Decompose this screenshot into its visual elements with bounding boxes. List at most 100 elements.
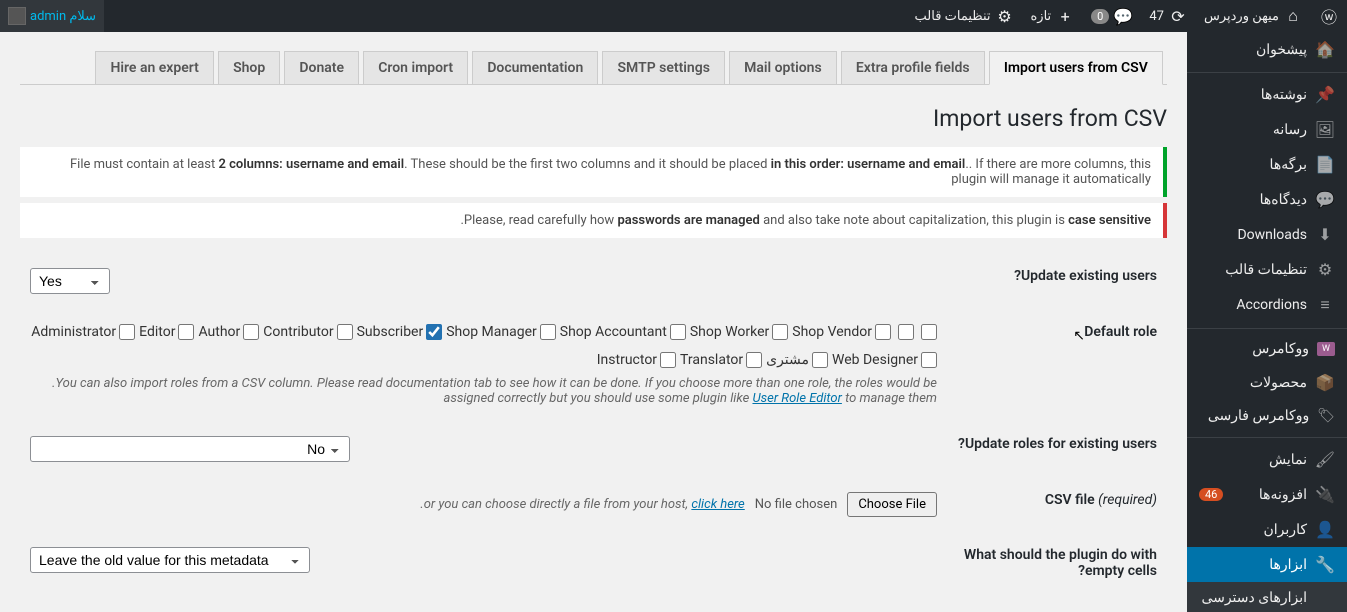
updates[interactable]: ⟳ 47 bbox=[1141, 0, 1196, 32]
select-update-roles[interactable]: No bbox=[30, 436, 350, 462]
menu-woo-farsi[interactable]: 🏷ووکامرس فارسی bbox=[1187, 400, 1347, 432]
tab-hire[interactable]: Hire an expert bbox=[95, 51, 213, 84]
content-wrap: Import users from CSV Extra profile fiel… bbox=[0, 0, 1187, 594]
link-user-role-editor[interactable]: User Role Editor bbox=[752, 391, 841, 406]
role-author[interactable]: Author bbox=[198, 324, 259, 340]
role-shop_manager[interactable]: Shop Manager bbox=[446, 324, 556, 340]
menu-woocommerce[interactable]: Wووکامرس bbox=[1187, 328, 1347, 365]
gear-icon: ⚙ bbox=[995, 7, 1015, 26]
role-shop_vendor[interactable]: Shop Vendor bbox=[792, 324, 891, 340]
settings-form: Update existing users? Yes Default role … bbox=[20, 253, 1167, 594]
checkbox-shop_vendor[interactable] bbox=[875, 324, 891, 340]
role-contributor[interactable]: Contributor bbox=[263, 324, 352, 340]
role-administrator[interactable]: Administrator bbox=[31, 324, 135, 340]
menu-dashboard[interactable]: 🏠پیشخوان bbox=[1187, 32, 1347, 67]
checkbox-customer[interactable] bbox=[812, 352, 828, 368]
role-customer[interactable]: مشتری bbox=[766, 352, 828, 368]
plugin-update-badge: 46 bbox=[1199, 488, 1223, 501]
comment-icon: 💬 bbox=[1315, 190, 1335, 209]
checkbox-contributor[interactable] bbox=[337, 324, 353, 340]
menu-tools[interactable]: 🔧ابزارها bbox=[1187, 547, 1347, 582]
role-translator[interactable]: Translator bbox=[680, 352, 762, 368]
tab-donate[interactable]: Donate bbox=[284, 51, 359, 84]
tab-shop[interactable]: Shop bbox=[218, 51, 280, 84]
select-empty-cells[interactable]: Leave the old value for this metadata bbox=[30, 547, 310, 573]
my-account[interactable]: سلام admin bbox=[0, 0, 104, 32]
plus-icon: + bbox=[1055, 7, 1075, 26]
checkbox-subscriber[interactable] bbox=[426, 324, 442, 340]
checkbox-web_designer[interactable] bbox=[921, 352, 937, 368]
avatar bbox=[8, 7, 26, 25]
role-editor[interactable]: Editor bbox=[139, 324, 194, 340]
gear-icon: ⚙ bbox=[1315, 260, 1335, 279]
label-empty-cells: What should the plugin do with empty cel… bbox=[947, 532, 1167, 594]
wordpress-icon: ⓦ bbox=[1319, 4, 1339, 28]
menu-comments[interactable]: 💬دیدگاه‌ها bbox=[1187, 182, 1347, 217]
brush-icon: 🖌 bbox=[1315, 450, 1335, 469]
menu-users[interactable]: 👤کاربران bbox=[1187, 512, 1347, 547]
menu-plugins[interactable]: 🔌افزونه‌ها46 bbox=[1187, 477, 1347, 512]
site-name[interactable]: ⌂ میهن وردپرس bbox=[1196, 0, 1311, 32]
tab-documentation[interactable]: Documentation bbox=[472, 51, 598, 84]
wp-logo[interactable]: ⓦ bbox=[1311, 0, 1347, 32]
menu-extra[interactable]: ابزارهای دسترسی bbox=[1187, 582, 1347, 612]
tab-extra-fields[interactable]: Extra profile fields bbox=[841, 51, 985, 84]
menu-accordions[interactable]: ≡Accordions bbox=[1187, 287, 1347, 323]
tab-import[interactable]: Import users from CSV bbox=[989, 51, 1163, 85]
role-checkbox-list: AdministratorEditorAuthorContributor Subs… bbox=[30, 324, 937, 368]
checkbox-shop_worker[interactable] bbox=[772, 324, 788, 340]
checkbox-blank1[interactable] bbox=[921, 324, 937, 340]
home-icon: ⌂ bbox=[1283, 6, 1303, 26]
site-name-label: میهن وردپرس bbox=[1204, 9, 1279, 24]
new-content[interactable]: +تازه bbox=[1023, 0, 1084, 32]
tab-mail-options[interactable]: Mail options bbox=[729, 51, 837, 84]
menu-appearance[interactable]: 🖌نمایش bbox=[1187, 437, 1347, 477]
label-update-existing: Update existing users? bbox=[947, 253, 1167, 309]
checkbox-shop_accountant[interactable] bbox=[670, 324, 686, 340]
checkbox-editor[interactable] bbox=[178, 324, 194, 340]
role-shop_accountant[interactable]: Shop Accountant bbox=[560, 324, 686, 340]
role-blank2[interactable] bbox=[895, 324, 914, 340]
theme-settings-bar[interactable]: ⚙تنظیمات قالب bbox=[907, 0, 1023, 32]
download-icon: ⬇ bbox=[1315, 225, 1335, 244]
comments[interactable]: 💬0 bbox=[1083, 0, 1141, 32]
file-note: or you can choose directly a file from y… bbox=[420, 497, 744, 512]
update-icon: ⟳ bbox=[1168, 7, 1188, 26]
choose-file-button[interactable]: Choose File bbox=[847, 492, 937, 517]
role-subscriber[interactable]: Subscriber bbox=[357, 324, 443, 340]
link-click-here[interactable]: click here bbox=[691, 497, 744, 512]
role-instructor[interactable]: Instructor bbox=[597, 352, 676, 368]
menu-theme-settings[interactable]: ⚙تنظیمات قالب bbox=[1187, 252, 1347, 287]
label-update-roles: Update roles for existing users? bbox=[947, 421, 1167, 477]
role-shop_worker[interactable]: Shop Worker bbox=[690, 324, 788, 340]
checkbox-instructor[interactable] bbox=[660, 352, 676, 368]
updates-count: 47 bbox=[1149, 9, 1164, 24]
product-icon: 📦 bbox=[1315, 373, 1335, 392]
accordion-icon: ≡ bbox=[1315, 295, 1335, 315]
tab-smtp-settings[interactable]: SMTP settings bbox=[602, 51, 724, 84]
role-blank1[interactable] bbox=[918, 324, 937, 340]
file-status: No file chosen bbox=[755, 497, 838, 512]
checkbox-author[interactable] bbox=[243, 324, 259, 340]
select-update-existing[interactable]: Yes bbox=[30, 268, 110, 294]
page-icon: 📄 bbox=[1315, 155, 1335, 174]
label-csv-file: CSV file (required) bbox=[947, 477, 1167, 532]
role-web_designer[interactable]: Web Designer bbox=[832, 352, 937, 368]
checkbox-shop_manager[interactable] bbox=[540, 324, 556, 340]
menu-media[interactable]: 🖼رسانه bbox=[1187, 112, 1347, 147]
woo-farsi-icon: 🏷 bbox=[1317, 408, 1335, 424]
menu-pages[interactable]: 📄برگه‌ها bbox=[1187, 147, 1347, 182]
admin-menu: 🏠پیشخوان 📌نوشته‌ها 🖼رسانه 📄برگه‌ها 💬دیدگ… bbox=[1187, 32, 1347, 612]
checkbox-administrator[interactable] bbox=[119, 324, 135, 340]
notice-columns: File must contain at least 2 columns: us… bbox=[20, 147, 1167, 197]
menu-downloads[interactable]: ⬇Downloads bbox=[1187, 217, 1347, 252]
admin-bar: ⓦ ⌂ میهن وردپرس ⟳ 47 💬0 +تازه ⚙تنظیمات قال… bbox=[0, 0, 1347, 32]
menu-posts[interactable]: 📌نوشته‌ها bbox=[1187, 72, 1347, 112]
greeting-text: سلام admin bbox=[30, 9, 96, 24]
new-label: تازه bbox=[1031, 9, 1052, 24]
notice-passwords: Please, read carefully how passwords are… bbox=[20, 203, 1167, 238]
checkbox-blank2[interactable] bbox=[898, 324, 914, 340]
checkbox-translator[interactable] bbox=[746, 352, 762, 368]
menu-products[interactable]: 📦محصولات bbox=[1187, 365, 1347, 400]
tab-cron-import[interactable]: Cron import bbox=[363, 51, 468, 84]
